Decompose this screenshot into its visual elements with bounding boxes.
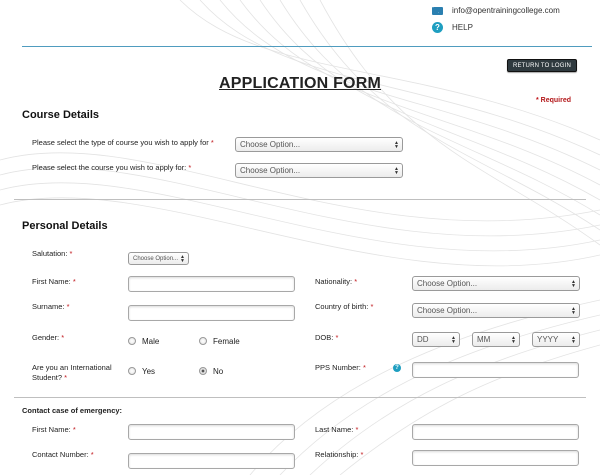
select-arrows-icon: ▲ ▼	[180, 253, 185, 264]
select-arrows-icon: ▲ ▼	[394, 165, 399, 176]
question-icon: ?	[432, 22, 443, 33]
international-label: Are you an International Student? *	[32, 363, 112, 382]
international-no-label: No	[213, 367, 224, 376]
nationality-label: Nationality: *	[315, 277, 358, 286]
gender-female-label: Female	[213, 337, 240, 346]
info-icon[interactable]: ?	[393, 364, 401, 372]
select-arrows-icon: ▲ ▼	[571, 305, 576, 316]
page-title: APPLICATION FORM	[218, 75, 381, 92]
pps-number-input[interactable]	[412, 362, 579, 378]
select-arrows-icon: ▲ ▼	[571, 278, 576, 289]
course-details-title: Course Details	[22, 109, 100, 121]
country-of-birth-select[interactable]: Choose Option... ▲ ▼	[412, 303, 580, 318]
personal-details-title: Personal Details	[22, 220, 108, 232]
emergency-relationship-label: Relationship: *	[315, 450, 364, 459]
first-name-input[interactable]	[128, 276, 295, 292]
course-type-label: Please select the type of course you wis…	[32, 138, 214, 147]
header-divider	[22, 46, 592, 47]
select-arrows-icon: ▲ ▼	[571, 334, 576, 345]
emergency-contact-title: Contact case of emergency:	[22, 406, 123, 415]
emergency-first-name-label: First Name: *	[32, 425, 76, 434]
pps-number-label: PPS Number: *	[315, 363, 366, 372]
emergency-contact-number-input[interactable]	[128, 453, 295, 469]
email-contact[interactable]: info@opentrainingcollege.com	[432, 6, 560, 15]
email-link[interactable]: info@opentrainingcollege.com	[452, 6, 560, 15]
dob-year-select[interactable]: YYYY ▲ ▼	[532, 332, 580, 347]
envelope-icon	[432, 6, 443, 15]
first-name-label: First Name: *	[32, 277, 76, 286]
surname-label: Surname: *	[32, 302, 70, 311]
emergency-contact-number-label: Contact Number: *	[32, 450, 94, 459]
salutation-select[interactable]: Choose Option... ▲ ▼	[128, 252, 189, 265]
section-divider	[14, 199, 586, 200]
select-arrows-icon: ▲ ▼	[451, 334, 456, 345]
gender-male-label: Male	[142, 337, 160, 346]
emergency-relationship-input[interactable]	[412, 450, 579, 466]
course-label: Please select the course you wish to app…	[32, 163, 192, 172]
emergency-last-name-label: Last Name: *	[315, 425, 359, 434]
country-of-birth-label: Country of birth: *	[315, 302, 374, 311]
international-no-radio[interactable]	[199, 367, 207, 375]
help-link[interactable]: HELP	[452, 23, 473, 32]
gender-female-radio[interactable]	[199, 337, 207, 345]
select-arrows-icon: ▲ ▼	[511, 334, 516, 345]
return-to-login-button[interactable]: RETURN TO LOGIN	[507, 59, 577, 72]
dob-day-select[interactable]: DD ▲ ▼	[412, 332, 460, 347]
dob-label: DOB: *	[315, 333, 339, 342]
dob-month-select[interactable]: MM ▲ ▼	[472, 332, 520, 347]
gender-male-radio[interactable]	[128, 337, 136, 345]
emergency-first-name-input[interactable]	[128, 424, 295, 440]
select-arrows-icon: ▲ ▼	[394, 139, 399, 150]
emergency-last-name-input[interactable]	[412, 424, 579, 440]
section-divider	[14, 397, 586, 398]
nationality-select[interactable]: Choose Option... ▲ ▼	[412, 276, 580, 291]
gender-label: Gender: *	[32, 333, 65, 342]
international-yes-label: Yes	[142, 367, 156, 376]
course-type-select[interactable]: Choose Option... ▲ ▼	[235, 137, 403, 152]
course-select[interactable]: Choose Option... ▲ ▼	[235, 163, 403, 178]
international-yes-radio[interactable]	[128, 367, 136, 375]
required-note: * Required	[536, 97, 572, 104]
salutation-label: Salutation: *	[32, 249, 73, 258]
help-contact[interactable]: ? HELP	[432, 22, 473, 33]
surname-input[interactable]	[128, 305, 295, 321]
